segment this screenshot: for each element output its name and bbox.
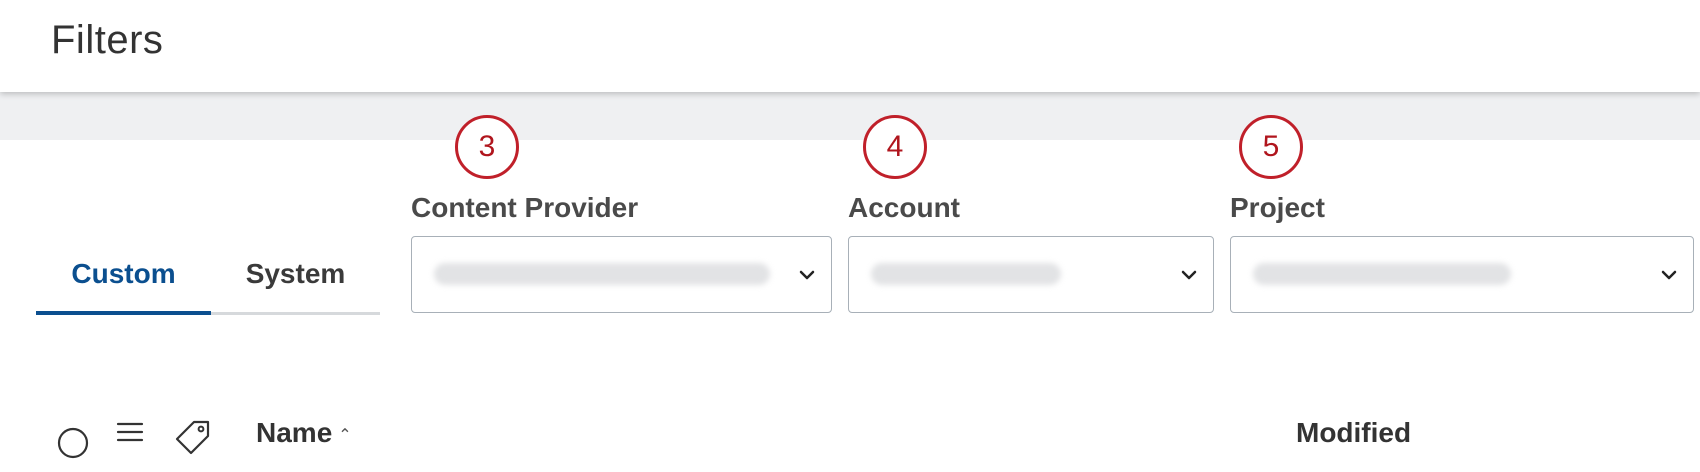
column-header-name[interactable]: Name ⌃: [256, 417, 352, 449]
column-header-modified[interactable]: Modified: [1296, 417, 1411, 449]
callout-5: 5: [1239, 115, 1303, 179]
chevron-down-icon: [799, 270, 815, 280]
page-title: Filters: [51, 18, 164, 62]
content-provider-value: [434, 263, 770, 285]
project-select[interactable]: [1230, 236, 1694, 313]
content-provider-label: Content Provider: [411, 192, 639, 223]
tab-custom[interactable]: Custom: [36, 236, 211, 312]
toolbar-strip: [0, 92, 1700, 140]
content-provider-select[interactable]: [411, 236, 832, 313]
tab-system[interactable]: System: [211, 236, 380, 312]
filter-type-tabs: Custom System: [36, 236, 380, 316]
account-value: [871, 263, 1061, 285]
page-header: Filters: [0, 0, 1700, 92]
sort-ascending-icon: ⌃: [338, 427, 352, 444]
chevron-down-icon: [1661, 270, 1677, 280]
column-header-name-label: Name: [256, 417, 333, 448]
list-icon[interactable]: [116, 420, 144, 444]
callout-3: 3: [455, 115, 519, 179]
tag-icon[interactable]: [174, 418, 212, 456]
callout-4: 4: [863, 115, 927, 179]
chevron-down-icon: [1181, 270, 1197, 280]
project-label: Project: [1230, 192, 1325, 223]
account-select[interactable]: [848, 236, 1214, 313]
select-all-circle-icon[interactable]: [56, 426, 90, 460]
table-header-row: Name ⌃ Modified: [0, 400, 1700, 472]
project-value: [1253, 263, 1511, 285]
account-label: Account: [848, 192, 960, 223]
tab-active-indicator: [36, 311, 211, 315]
